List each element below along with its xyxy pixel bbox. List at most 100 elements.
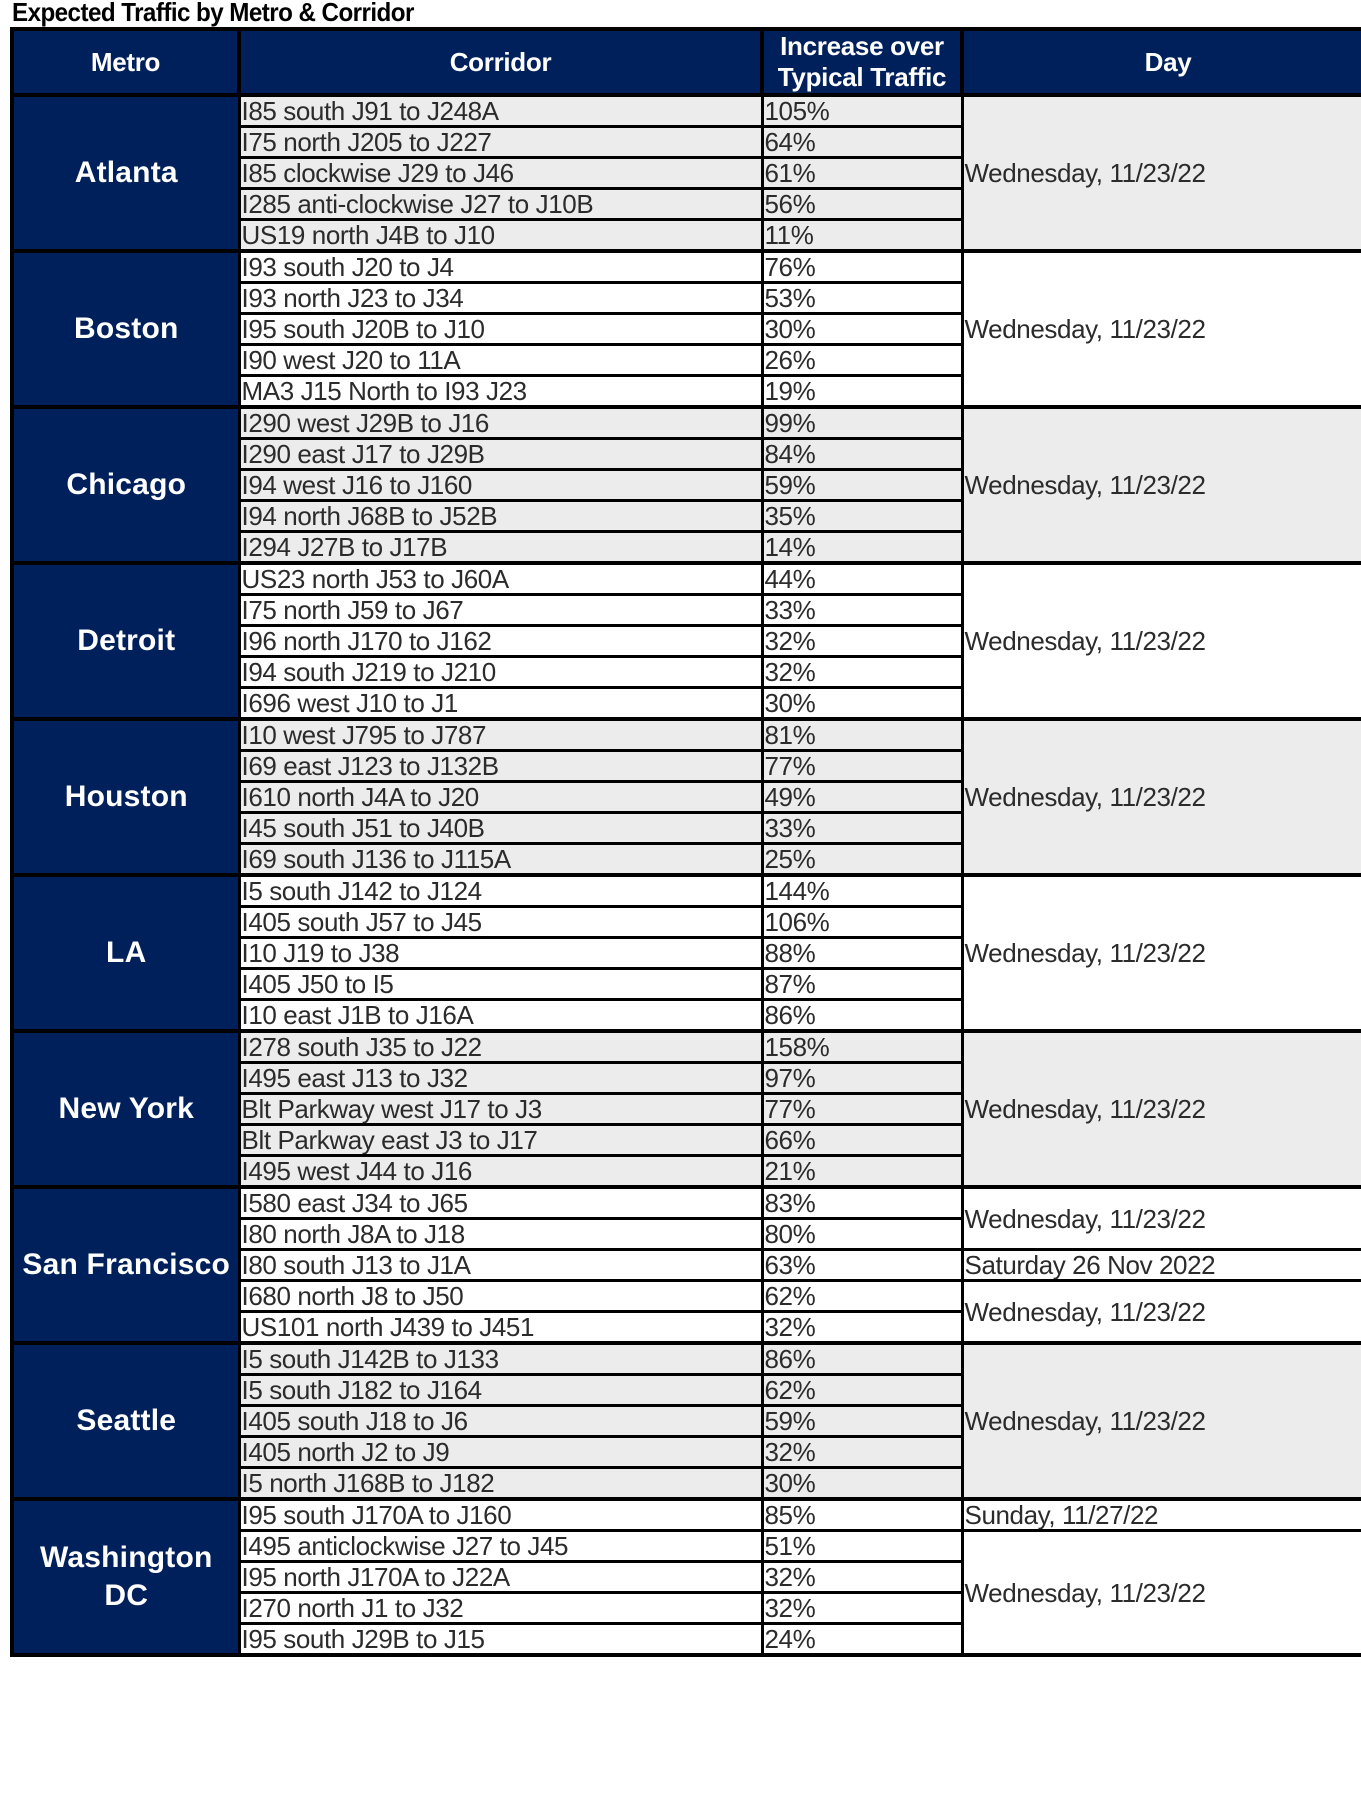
increase-cell: 80% [760,1217,964,1251]
day-cell: Wednesday, 11/23/22 [960,1341,1361,1501]
increase-cell: 84% [760,437,964,471]
increase-cell: 88% [760,936,964,970]
table-row: Chicago I290 west J29B to J16 99% Wednesday… [10,405,1361,565]
metro-cell: Boston [10,249,241,409]
increase-cell: 24% [760,1622,964,1657]
corridor-cell: I405 south J57 to J45 [237,905,764,939]
increase-cell: 63% [760,1248,964,1282]
increase-cell: 61% [760,156,964,190]
table-row: San Francisco I580 east J34 to J65 83% Wedn… [10,1185,1361,1345]
increase-cell: 158% [760,1029,964,1064]
increase-cell: 30% [760,312,964,346]
corridor-cell: I405 north J2 to J9 [237,1435,764,1469]
corridor-cell: I495 anticlockwise J27 to J45 [237,1529,764,1563]
increase-cell: 144% [760,873,964,908]
increase-cell: 64% [760,125,964,159]
corridor-cell: I5 south J142B to J133 [237,1341,764,1376]
corridor-cell: I94 west J16 to J160 [237,468,764,502]
corridor-cell: Blt Parkway east J3 to J17 [237,1123,764,1157]
increase-cell: 32% [760,655,964,689]
increase-cell: 87% [760,967,964,1001]
day-cell: Wednesday, 11/23/22 [960,873,1361,1033]
corridor-cell: I93 north J23 to J34 [237,281,764,315]
corridor-cell: I270 north J1 to J32 [237,1591,764,1625]
corridor-cell: I95 south J170A to J160 [237,1497,764,1532]
increase-cell: 53% [760,281,964,315]
day-cell: Wednesday, 11/23/22 [960,1185,1361,1251]
day-cell: Wednesday, 11/23/22 [960,93,1361,253]
increase-cell: 26% [760,343,964,377]
metro-cell: Chicago [10,405,241,565]
corridor-cell: I285 anti-clockwise J27 to J10B [237,187,764,221]
day-cell: Wednesday, 11/23/22 [960,249,1361,409]
day-cell: Wednesday, 11/23/22 [960,405,1361,565]
corridor-cell: I75 north J205 to J227 [237,125,764,159]
increase-cell: 25% [760,842,964,877]
increase-cell: 51% [760,1529,964,1563]
corridor-cell: I85 clockwise J29 to J46 [237,156,764,190]
corridor-cell: I69 south J136 to J115A [237,842,764,877]
table-row: Washington DC I95 south J170A to J160 85% S… [10,1497,1361,1657]
increase-cell: 44% [760,561,964,596]
increase-cell: 66% [760,1123,964,1157]
metro-cell: LA [10,873,241,1033]
corridor-cell: I610 north J4A to J20 [237,780,764,814]
corridor-cell: I94 north J68B to J52B [237,499,764,533]
increase-cell: 32% [760,1560,964,1594]
day-cell: Saturday 26 Nov 2022 [960,1248,1361,1282]
day-cell: Sunday, 11/27/22 [960,1497,1361,1532]
table-row: LA I5 south J142 to J124 144% Wednesday, 11… [10,873,1361,1033]
increase-cell: 32% [760,1310,964,1345]
corridor-cell: I5 south J182 to J164 [237,1373,764,1407]
table-row: Houston I10 west J795 to J787 81% Wednesday… [10,717,1361,877]
corridor-cell: I45 south J51 to J40B [237,811,764,845]
corridor-cell: I495 east J13 to J32 [237,1061,764,1095]
increase-cell: 86% [760,998,964,1033]
corridor-cell: I96 north J170 to J162 [237,624,764,658]
corridor-cell: Blt Parkway west J17 to J3 [237,1092,764,1126]
table-row: Boston I93 south J20 to J4 76% Wednesday, 1… [10,249,1361,409]
increase-cell: 59% [760,1404,964,1438]
corridor-cell: I80 north J8A to J18 [237,1217,764,1251]
metro-cell: Atlanta [10,93,241,253]
corridor-cell: MA3 J15 North to I93 J23 [237,374,764,409]
increase-cell: 76% [760,249,964,284]
corridor-cell: I95 south J29B to J15 [237,1622,764,1657]
corridor-cell: I80 south J13 to J1A [237,1248,764,1282]
increase-cell: 77% [760,1092,964,1126]
metro-cell: Seattle [10,1341,241,1501]
increase-cell: 97% [760,1061,964,1095]
metro-cell: New York [10,1029,241,1189]
corridor-cell: I405 J50 to I5 [237,967,764,1001]
corridor-cell: I696 west J10 to J1 [237,686,764,721]
corridor-cell: US101 north J439 to J451 [237,1310,764,1345]
corridor-cell: I405 south J18 to J6 [237,1404,764,1438]
increase-cell: 14% [760,530,964,565]
increase-cell: 33% [760,811,964,845]
corridor-cell: I90 west J20 to 11A [237,343,764,377]
traffic-table: Metro Corridor Increase over Typical Tra… [10,27,1361,1657]
day-cell: Wednesday, 11/23/22 [960,1279,1361,1345]
increase-cell: 62% [760,1373,964,1407]
corridor-cell: I69 east J123 to J132B [237,749,764,783]
day-cell: Wednesday, 11/23/22 [960,1529,1361,1657]
corridor-cell: US23 north J53 to J60A [237,561,764,596]
increase-cell: 11% [760,218,964,253]
increase-cell: 106% [760,905,964,939]
day-cell: Wednesday, 11/23/22 [960,717,1361,877]
increase-cell: 32% [760,1435,964,1469]
increase-cell: 32% [760,624,964,658]
table-row: Detroit US23 north J53 to J60A 44% Wednesda… [10,561,1361,721]
column-header-corridor: Corridor [237,27,764,97]
day-cell: Wednesday, 11/23/22 [960,1029,1361,1189]
table-row: New York I278 south J35 to J22 158% Wednesd… [10,1029,1361,1189]
corridor-cell: I75 north J59 to J67 [237,593,764,627]
table-title: Expected Traffic by Metro & Corridor [12,0,414,27]
header-row: Metro Corridor Increase over Typical Tra… [10,27,1361,97]
corridor-cell: I5 north J168B to J182 [237,1466,764,1501]
column-header-day: Day [960,27,1361,97]
increase-cell: 85% [760,1497,964,1532]
table-row: Seattle I5 south J142B to J133 86% Wednesda… [10,1341,1361,1501]
increase-cell: 30% [760,686,964,721]
table-body: Atlanta I85 south J91 to J248A 105% Wednesd… [10,93,1361,1657]
